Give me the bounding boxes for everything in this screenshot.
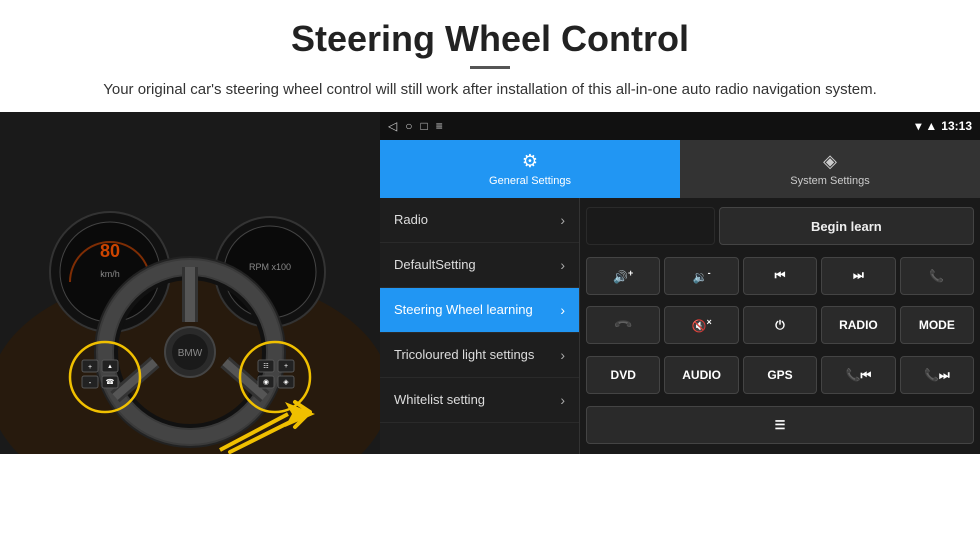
custom-icon: ☰ bbox=[775, 418, 786, 432]
menu-whitelist-label: Whitelist setting bbox=[394, 392, 485, 407]
system-settings-icon: ◈ bbox=[823, 151, 837, 172]
subtitle-text: Your original car's steering wheel contr… bbox=[40, 79, 940, 102]
content-area: Radio › DefaultSetting › Steering Wheel … bbox=[380, 198, 980, 454]
menu-item-whitelist[interactable]: Whitelist setting › bbox=[380, 378, 579, 423]
menu-nav-icon[interactable]: ≡ bbox=[436, 119, 443, 133]
svg-text:◉: ◉ bbox=[263, 379, 269, 386]
tab-system-settings[interactable]: ◈ System Settings bbox=[680, 140, 980, 198]
menu-item-radio[interactable]: Radio › bbox=[380, 198, 579, 243]
svg-text:km/h: km/h bbox=[100, 269, 120, 279]
right-controls: Begin learn 🔊+ 🔉- ⏮ ⏭ bbox=[580, 198, 980, 454]
status-right: ▾ ▲ 13:13 bbox=[915, 119, 972, 133]
svg-text:RPM x100: RPM x100 bbox=[249, 262, 291, 272]
control-row-0: Begin learn bbox=[586, 204, 974, 250]
tel-prev-button[interactable]: 📞⏮ bbox=[821, 356, 895, 394]
control-row-3: DVD AUDIO GPS 📞⏮ 📞⏭ bbox=[586, 352, 974, 398]
menu-radio-arrow: › bbox=[560, 212, 565, 228]
recents-nav-icon[interactable]: □ bbox=[420, 119, 427, 133]
android-panel: ◁ ○ □ ≡ ▾ ▲ 13:13 ⚙ General Settings ◈ S… bbox=[380, 112, 980, 454]
car-image-panel: 80 km/h RPM x100 bbox=[0, 112, 380, 454]
page-title: Steering Wheel Control bbox=[40, 18, 940, 60]
dvd-button[interactable]: DVD bbox=[586, 356, 660, 394]
control-row-2: 📞 🔇× ⏻ RADIO MODE bbox=[586, 303, 974, 349]
hang-up-button[interactable]: 📞 bbox=[586, 306, 660, 344]
hang-up-icon: 📞 bbox=[613, 315, 633, 335]
svg-text:▲: ▲ bbox=[107, 364, 113, 370]
audio-button[interactable]: AUDIO bbox=[664, 356, 738, 394]
begin-learn-button[interactable]: Begin learn bbox=[719, 207, 974, 245]
steering-wheel-image: 80 km/h RPM x100 bbox=[0, 112, 380, 454]
title-divider bbox=[470, 66, 510, 69]
svg-text:+: + bbox=[88, 364, 92, 371]
signal-icon: ▾ bbox=[915, 119, 921, 133]
control-row-4: ☰ bbox=[586, 402, 974, 448]
tab-general-settings[interactable]: ⚙ General Settings bbox=[380, 140, 680, 198]
svg-text:☎: ☎ bbox=[106, 378, 115, 386]
menu-item-default[interactable]: DefaultSetting › bbox=[380, 243, 579, 288]
vol-up-icon: 🔊+ bbox=[613, 268, 633, 284]
menu-steering-arrow: › bbox=[560, 302, 565, 318]
vol-up-button[interactable]: 🔊+ bbox=[586, 257, 660, 295]
mode-button[interactable]: MODE bbox=[900, 306, 974, 344]
radio-button[interactable]: RADIO bbox=[821, 306, 895, 344]
tab-general-label: General Settings bbox=[489, 175, 571, 187]
menu-tricoloured-arrow: › bbox=[560, 347, 565, 363]
tab-system-label: System Settings bbox=[790, 175, 869, 187]
general-settings-icon: ⚙ bbox=[522, 151, 538, 172]
svg-text:◈: ◈ bbox=[283, 379, 289, 386]
tel-next-icon: 📞⏭ bbox=[924, 368, 950, 383]
vol-down-button[interactable]: 🔉- bbox=[664, 257, 738, 295]
gps-button[interactable]: GPS bbox=[743, 356, 817, 394]
prev-track-button[interactable]: ⏮ bbox=[743, 257, 817, 295]
tel-prev-icon: 📞⏮ bbox=[846, 368, 872, 383]
power-icon: ⏻ bbox=[775, 318, 785, 333]
tel-next-button[interactable]: 📞⏭ bbox=[900, 356, 974, 394]
menu-whitelist-arrow: › bbox=[560, 392, 565, 408]
radio-label: RADIO bbox=[839, 318, 878, 332]
next-track-button[interactable]: ⏭ bbox=[821, 257, 895, 295]
left-menu: Radio › DefaultSetting › Steering Wheel … bbox=[380, 198, 580, 454]
call-answer-button[interactable]: 📞 bbox=[900, 257, 974, 295]
custom-button[interactable]: ☰ bbox=[586, 406, 974, 444]
control-row-1: 🔊+ 🔉- ⏮ ⏭ 📞 bbox=[586, 253, 974, 299]
menu-radio-label: Radio bbox=[394, 212, 428, 227]
status-left: ◁ ○ □ ≡ bbox=[388, 119, 443, 133]
gps-label: GPS bbox=[767, 368, 792, 382]
wifi-icon: ▲ bbox=[925, 119, 937, 133]
menu-steering-label: Steering Wheel learning bbox=[394, 302, 533, 317]
tab-bar: ⚙ General Settings ◈ System Settings bbox=[380, 140, 980, 198]
menu-item-steering[interactable]: Steering Wheel learning › bbox=[380, 288, 579, 333]
svg-text:+: + bbox=[284, 363, 288, 370]
svg-text:BMW: BMW bbox=[178, 348, 203, 359]
mute-icon: 🔇× bbox=[692, 317, 712, 333]
svg-text:-: - bbox=[89, 378, 92, 387]
home-nav-icon[interactable]: ○ bbox=[405, 119, 412, 133]
status-bar: ◁ ○ □ ≡ ▾ ▲ 13:13 bbox=[380, 112, 980, 140]
main-content: 80 km/h RPM x100 bbox=[0, 112, 980, 454]
mute-button[interactable]: 🔇× bbox=[664, 306, 738, 344]
prev-track-icon: ⏮ bbox=[775, 268, 786, 283]
back-nav-icon[interactable]: ◁ bbox=[388, 119, 397, 133]
menu-item-tricoloured[interactable]: Tricoloured light settings › bbox=[380, 333, 579, 378]
menu-tricoloured-label: Tricoloured light settings bbox=[394, 347, 534, 362]
menu-default-arrow: › bbox=[560, 257, 565, 273]
call-icon: 📞 bbox=[929, 269, 944, 283]
menu-default-label: DefaultSetting bbox=[394, 257, 476, 272]
audio-label: AUDIO bbox=[682, 368, 721, 382]
top-section: Steering Wheel Control Your original car… bbox=[0, 0, 980, 112]
vol-down-icon: 🔉- bbox=[693, 268, 711, 284]
dvd-label: DVD bbox=[611, 368, 636, 382]
svg-text:☷: ☷ bbox=[263, 363, 268, 370]
next-track-icon: ⏭ bbox=[853, 268, 864, 283]
time-display: 13:13 bbox=[941, 119, 972, 133]
svg-text:80: 80 bbox=[100, 241, 120, 261]
ctrl-empty-1 bbox=[586, 207, 715, 245]
mode-label: MODE bbox=[919, 318, 955, 332]
power-button[interactable]: ⏻ bbox=[743, 306, 817, 344]
